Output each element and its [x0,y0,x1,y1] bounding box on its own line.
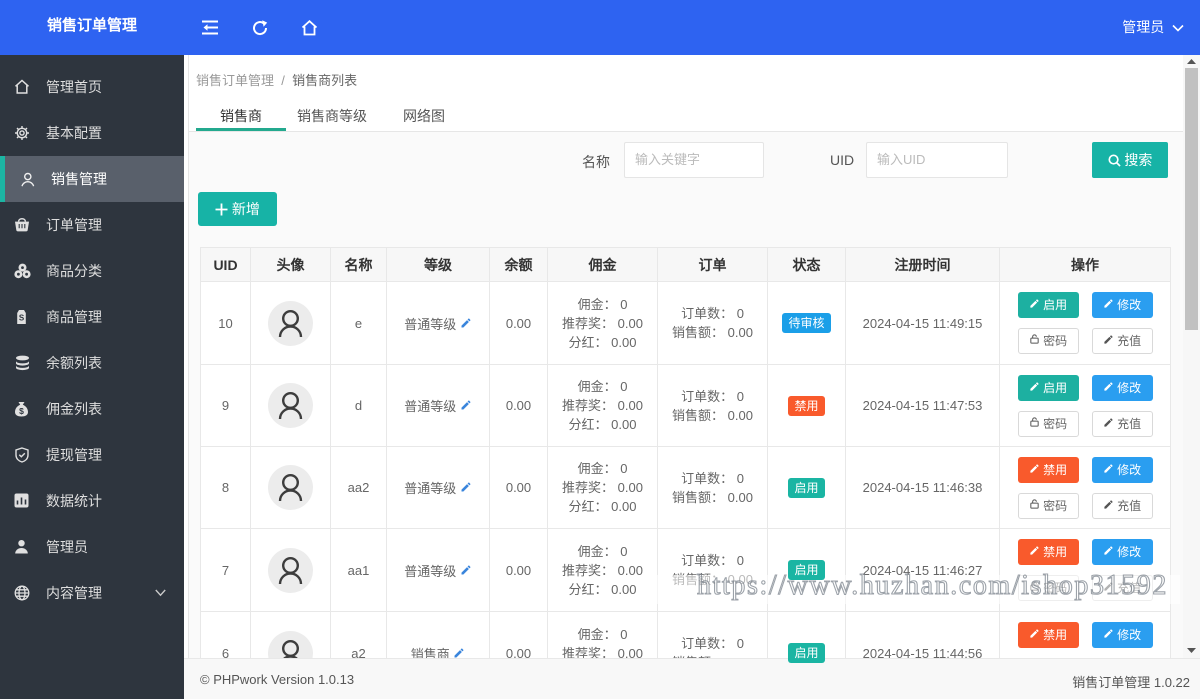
svg-text:S: S [19,314,25,323]
svg-text:$: $ [19,406,24,416]
